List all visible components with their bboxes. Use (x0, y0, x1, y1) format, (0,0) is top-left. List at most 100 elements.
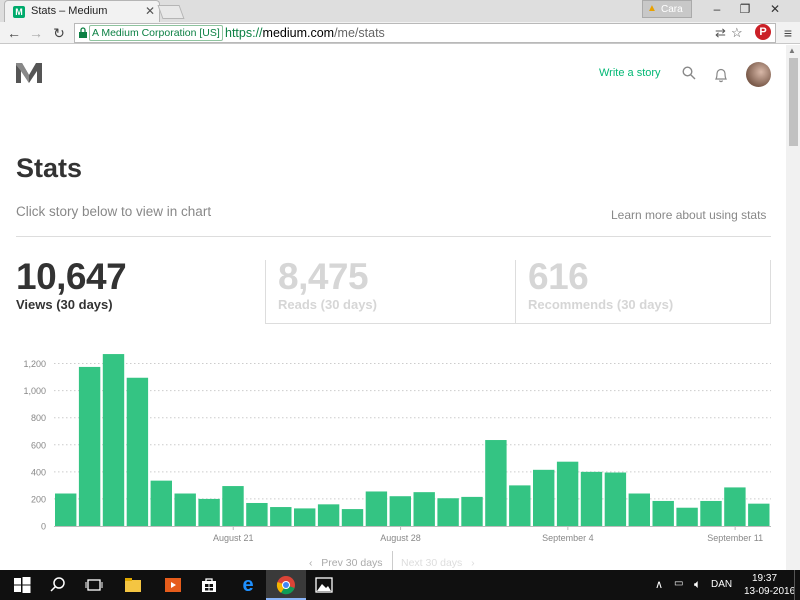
chart-bar (676, 507, 698, 526)
volume-icon[interactable]: 🔈︎ (694, 577, 701, 592)
media-player-icon[interactable] (163, 575, 183, 595)
menu-icon[interactable]: ≡ (780, 25, 796, 41)
show-desktop-button[interactable] (794, 570, 800, 600)
chart-bar (78, 366, 101, 526)
stat-tab-reads[interactable]: 8,475 Reads (30 days) (265, 256, 515, 324)
y-tick-label: 200 (31, 494, 46, 504)
address-bar[interactable]: A Medium Corporation [US] https://medium… (74, 23, 776, 43)
chart-bar (485, 440, 507, 526)
stat-value: 10,647 (16, 256, 127, 297)
chrome-icon (276, 576, 295, 595)
stat-tab-views[interactable]: 10,647 Views (30 days) (16, 256, 264, 324)
x-tick-label: September 11 (707, 533, 763, 543)
scrollbar-thumb[interactable] (789, 58, 798, 146)
profile-badge[interactable]: ▲ Cara (642, 0, 692, 18)
minimize-icon[interactable]: – (707, 2, 727, 16)
y-tick-label: 600 (31, 440, 46, 450)
clock-time[interactable]: 19:37 (752, 573, 777, 584)
edge-icon[interactable]: e (238, 575, 258, 595)
tray-chevron-up-icon[interactable]: ∧ (655, 578, 663, 591)
chart-bar (246, 502, 268, 526)
browser-toolbar: ← → ↻ A Medium Corporation [US] https://… (0, 22, 800, 44)
chart-bar (556, 461, 579, 526)
chart-bar (700, 500, 722, 526)
new-tab-button[interactable] (157, 5, 185, 19)
views-bar-chart: 0 200 400 600 800 1,000 1,200 August 21 August 2… (23, 354, 771, 543)
stat-value: 616 (528, 256, 589, 297)
scroll-up-icon[interactable]: ▲ (788, 46, 796, 55)
learn-more-link[interactable]: Learn more about using stats (611, 208, 766, 222)
url-scheme: https:// (225, 26, 263, 40)
chart-bar (461, 496, 483, 526)
search-taskbar-icon[interactable] (48, 575, 68, 595)
chart-bar (174, 493, 196, 526)
url-text: https://medium.com/me/stats (225, 26, 385, 40)
write-story-link[interactable]: Write a story (599, 67, 661, 79)
chart-bar (341, 509, 364, 526)
next-label: Next 30 days (401, 557, 463, 569)
page-title: Stats (16, 153, 83, 183)
windows-start-icon[interactable] (12, 575, 32, 595)
chart-bar (317, 504, 340, 526)
clock-date[interactable]: 13-09-2016 (744, 586, 795, 597)
network-icon[interactable]: ▭ (674, 578, 683, 589)
stat-label: Reads (30 days) (278, 297, 377, 312)
chart-bar (126, 377, 149, 526)
url-path: /me/stats (334, 26, 385, 40)
store-icon[interactable] (199, 575, 219, 595)
prev-30-days-link[interactable]: ‹ Prev 30 days (309, 557, 383, 569)
prev-label: Prev 30 days (321, 557, 383, 569)
chart-bar (748, 503, 770, 526)
chart-bar (652, 500, 674, 526)
chart-bar (389, 496, 411, 526)
chart-bar (270, 507, 292, 526)
browser-tab[interactable]: M Stats – Medium ✕ (4, 0, 160, 22)
lock-icon (79, 27, 87, 38)
ev-certificate-label: A Medium Corporation [US] (92, 27, 220, 39)
chart-bar (294, 508, 316, 526)
reload-icon[interactable]: ↻ (51, 25, 67, 42)
medium-logo-icon[interactable] (16, 63, 42, 83)
avatar[interactable] (746, 62, 771, 87)
chart-bar (102, 354, 125, 526)
y-tick-label: 1,200 (23, 359, 46, 369)
x-tick-label: August 28 (380, 533, 421, 543)
chrome-taskbar-button[interactable] (266, 570, 306, 600)
stat-label: Views (30 days) (16, 297, 113, 312)
profile-name: Cara (661, 4, 683, 15)
language-indicator[interactable]: DAN (711, 579, 732, 590)
search-icon[interactable] (682, 66, 696, 80)
chevron-left-icon: ‹ (309, 557, 313, 569)
bell-icon[interactable] (713, 67, 729, 83)
warning-icon: ▲ (647, 3, 657, 14)
translate-icon[interactable]: ⇄ (715, 25, 726, 41)
next-30-days-link[interactable]: Next 30 days › (401, 557, 475, 569)
tab-close-icon[interactable]: ✕ (145, 4, 155, 18)
chart-bar (533, 469, 555, 526)
chart-bar (198, 498, 220, 526)
chart-bar (413, 492, 435, 526)
x-tick-label: September 4 (542, 533, 594, 543)
file-explorer-icon[interactable] (123, 575, 143, 595)
stat-label: Recommends (30 days) (528, 297, 674, 312)
pinterest-icon[interactable]: P (755, 24, 771, 40)
close-window-icon[interactable]: ✕ (765, 2, 785, 16)
task-view-icon[interactable] (84, 575, 104, 595)
divider (16, 236, 771, 237)
chevron-right-icon: › (471, 557, 475, 569)
stat-tab-recommends[interactable]: 616 Recommends (30 days) (515, 256, 771, 324)
y-tick-label: 800 (31, 413, 46, 423)
x-tick-label: August 21 (213, 533, 254, 543)
chart-bar (55, 493, 77, 526)
back-icon[interactable]: ← (6, 25, 22, 41)
url-host: medium.com (262, 26, 335, 40)
bookmark-star-icon[interactable]: ☆ (731, 25, 743, 41)
chart-bar (580, 471, 603, 526)
chart-bar (150, 480, 172, 526)
restore-icon[interactable]: ❐ (735, 2, 755, 16)
chart-bar (365, 491, 388, 526)
y-tick-label: 400 (31, 467, 46, 477)
forward-icon[interactable]: → (28, 25, 44, 41)
photos-icon[interactable] (314, 575, 334, 595)
pager-divider (392, 551, 393, 570)
